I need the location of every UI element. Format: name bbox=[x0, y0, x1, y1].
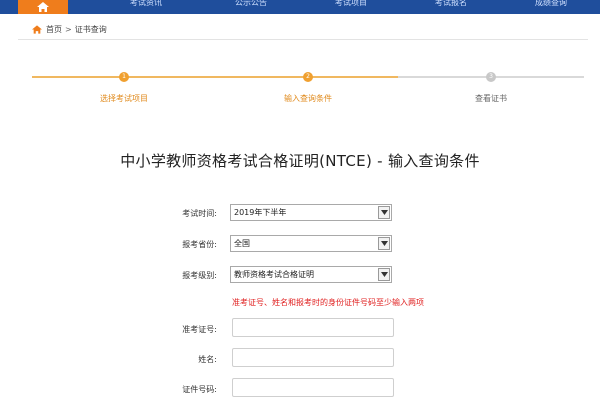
exam-time-select[interactable]: 2019年下半年 bbox=[230, 204, 392, 221]
nav-item-exam-projects[interactable]: 考试项目 bbox=[335, 0, 367, 14]
province-value: 全国 bbox=[234, 239, 250, 248]
breadcrumb-divider bbox=[18, 39, 588, 40]
nav-item-score-query[interactable]: 成绩查询 bbox=[535, 0, 567, 14]
chevron-down-icon[interactable] bbox=[378, 268, 390, 281]
home-icon bbox=[37, 2, 49, 12]
nav-item-registration[interactable]: 考试报名 bbox=[435, 0, 467, 14]
breadcrumb: 首页 > 证书查询 bbox=[32, 22, 107, 36]
breadcrumb-separator: > bbox=[65, 24, 72, 34]
chevron-down-icon[interactable] bbox=[378, 206, 390, 219]
top-nav-bar: 考试资讯 公示公告 考试项目 考试报名 成绩查询 bbox=[0, 0, 600, 14]
nav-item-news[interactable]: 考试资讯 bbox=[130, 0, 162, 14]
step-1-label[interactable]: 选择考试项目 bbox=[100, 93, 148, 104]
breadcrumb-home-icon bbox=[32, 24, 42, 34]
name-label: 姓名: bbox=[198, 355, 217, 364]
admission-number-input[interactable] bbox=[232, 318, 394, 337]
input-hint-text: 准考证号、姓名和报考时的身份证件号码至少输入两项 bbox=[232, 298, 424, 307]
step-3-label: 查看证书 bbox=[475, 94, 507, 103]
level-label: 报考级别: bbox=[182, 271, 217, 280]
admission-number-label: 准考证号: bbox=[182, 325, 217, 334]
exam-time-value: 2019年下半年 bbox=[234, 208, 287, 217]
home-nav-button[interactable] bbox=[18, 0, 68, 14]
step-3-marker: 3 bbox=[486, 72, 496, 82]
name-input[interactable] bbox=[232, 348, 394, 367]
chevron-down-icon[interactable] bbox=[378, 237, 390, 250]
stepper-track-completed bbox=[32, 76, 398, 78]
nav-item-announcements[interactable]: 公示公告 bbox=[235, 0, 267, 14]
id-number-label: 证件号码: bbox=[182, 385, 217, 394]
level-value: 教师资格考试合格证明 bbox=[234, 270, 314, 279]
exam-time-label: 考试时间: bbox=[182, 209, 217, 218]
level-select[interactable]: 教师资格考试合格证明 bbox=[230, 266, 392, 283]
id-number-input[interactable] bbox=[232, 378, 394, 397]
step-2-label: 输入查询条件 bbox=[284, 94, 332, 103]
page-title: 中小学教师资格考试合格证明(NTCE) - 输入查询条件 bbox=[120, 152, 480, 170]
breadcrumb-current: 证书查询 bbox=[74, 24, 107, 34]
step-1-marker: 1 bbox=[119, 72, 129, 82]
province-label: 报考省份: bbox=[182, 240, 217, 249]
breadcrumb-home-link[interactable]: 首页 bbox=[46, 24, 62, 35]
step-2-marker: 2 bbox=[303, 72, 313, 82]
province-select[interactable]: 全国 bbox=[230, 235, 392, 252]
